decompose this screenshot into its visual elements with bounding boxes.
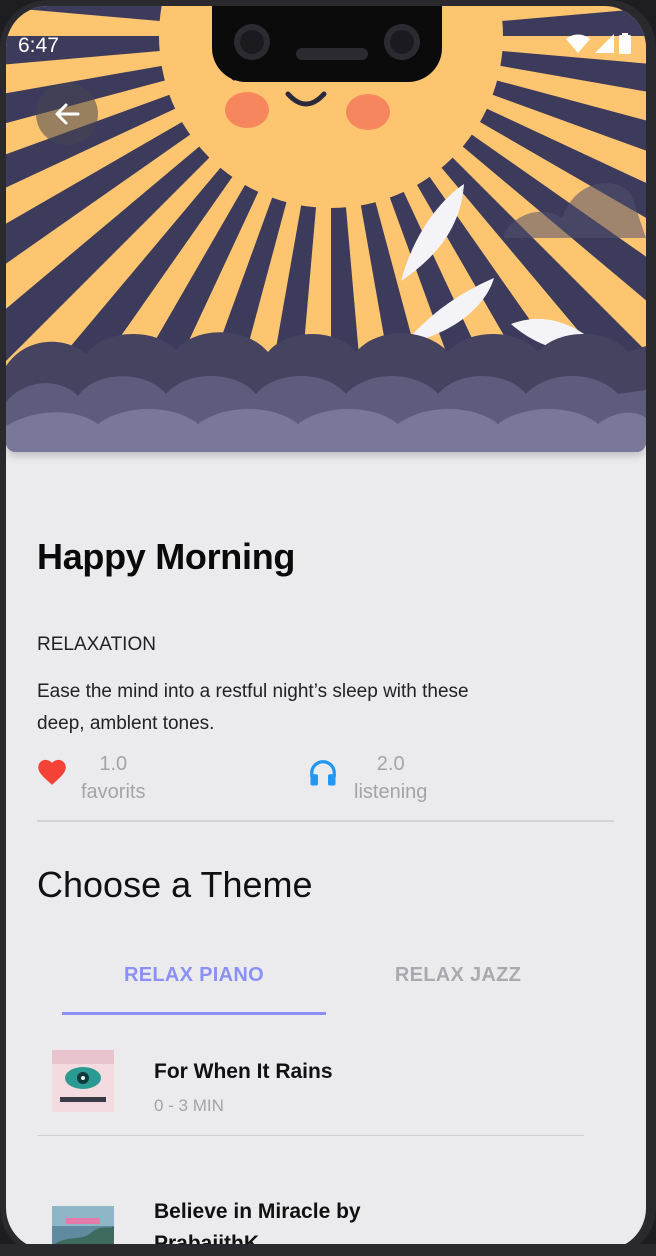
front-camera	[234, 24, 270, 60]
favorites-count: 1.0	[99, 753, 128, 775]
track-title: Happy Morning	[37, 536, 296, 577]
track-title-label: For When It Rains	[154, 1060, 333, 1083]
back-button[interactable]	[36, 83, 98, 145]
status-icons	[566, 33, 632, 55]
arrow-left-icon	[55, 103, 80, 125]
track-title-label: Believe in Miracle by PrabajithK	[154, 1200, 361, 1250]
album-art-rain-eye	[52, 1050, 114, 1112]
track-divider	[37, 1135, 584, 1136]
active-tab-indicator	[62, 1012, 326, 1015]
track-duration: 0 - 3 MIN	[154, 1096, 224, 1115]
track-thumbnail	[52, 1050, 114, 1112]
theme-section-heading: Choose a Theme	[37, 864, 313, 905]
listening-count: 2.0	[376, 753, 405, 775]
favorites-stat[interactable]: 1.0 favorits	[37, 752, 145, 808]
phone-frame: 6:47 Happy Morning RELAXATION Ease the m…	[0, 0, 656, 1256]
app-screen: 6:47 Happy Morning RELAXATION Ease the m…	[6, 6, 646, 1250]
track-list-item[interactable]: Believe in Miracle by PrabajithK	[37, 1184, 597, 1250]
listening-stat[interactable]: 2.0 listening	[308, 752, 427, 808]
favorites-label: favorits	[81, 781, 146, 803]
listening-label: listening	[354, 781, 428, 803]
track-list-item[interactable]: For When It Rains 0 - 3 MIN	[37, 1044, 597, 1136]
tab-relax-piano[interactable]: RELAX PIANO	[62, 964, 326, 987]
tab-relax-jazz[interactable]: RELAX JAZZ	[326, 964, 590, 987]
heart-icon	[38, 759, 66, 785]
section-divider	[37, 820, 614, 822]
wifi-icon	[566, 34, 590, 53]
track-category: RELAXATION	[37, 634, 156, 655]
earpiece-speaker	[296, 48, 368, 60]
front-camera-secondary	[384, 24, 420, 60]
camera-notch	[212, 6, 442, 82]
cellular-signal-icon	[595, 34, 614, 53]
track-description: Ease the mind into a restful night’s sle…	[37, 681, 469, 734]
status-time: 6:47	[18, 34, 59, 57]
battery-icon	[619, 33, 631, 54]
headphones-icon	[310, 760, 336, 786]
phone-bezel-bottom	[0, 1244, 656, 1256]
